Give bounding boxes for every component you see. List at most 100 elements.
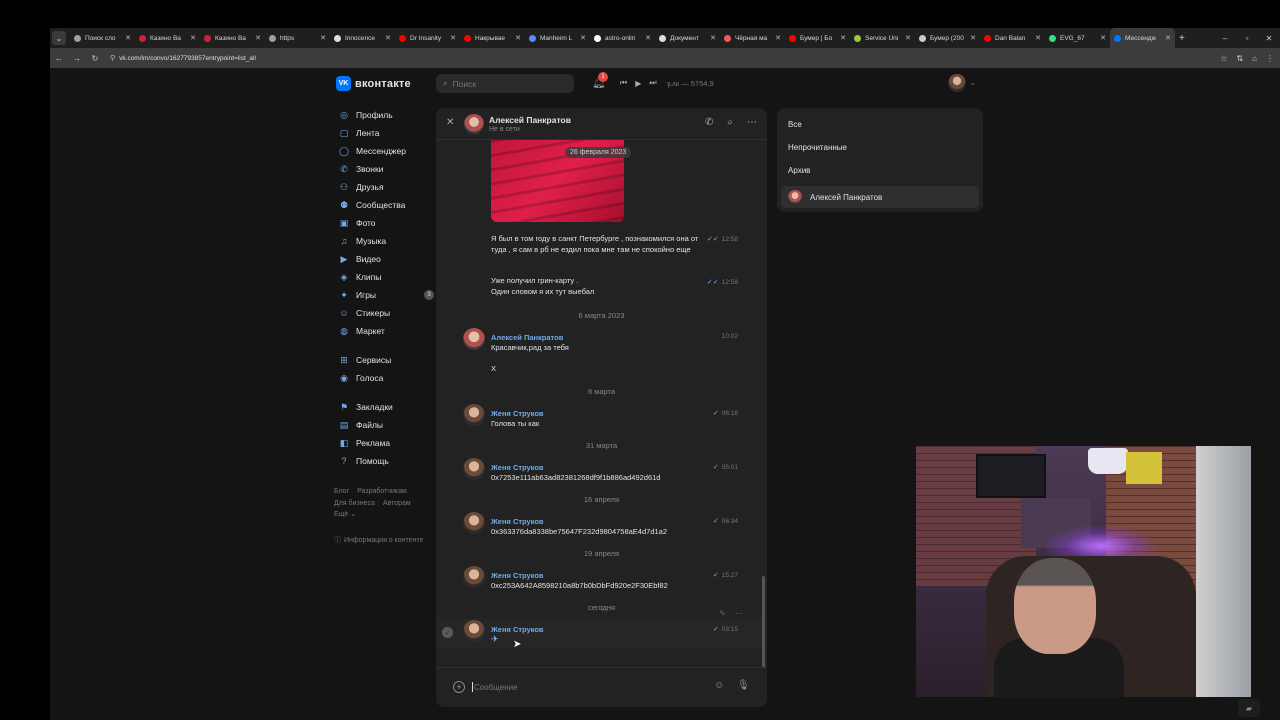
site-info-icon[interactable]: ⚲ bbox=[110, 54, 115, 62]
close-icon[interactable]: ✕ bbox=[446, 117, 454, 128]
browser-tab[interactable]: Документ ✕ bbox=[655, 28, 720, 48]
back-icon[interactable]: ← bbox=[50, 54, 68, 63]
scrollbar[interactable] bbox=[762, 576, 765, 667]
browser-tab[interactable]: Dr Insanity ✕ bbox=[395, 28, 460, 48]
browser-tab[interactable]: Dan Balan ✕ bbox=[980, 28, 1045, 48]
message-input[interactable]: Сообщение bbox=[472, 679, 702, 695]
footer-more-link[interactable]: Ещё ⌄ bbox=[334, 511, 356, 518]
footer-business-link[interactable]: Для бизнеса bbox=[334, 500, 375, 507]
footer-developers-link[interactable]: Разработчикам bbox=[357, 488, 407, 495]
browser-tab[interactable]: Чёрная ма ✕ bbox=[720, 28, 785, 48]
message-author[interactable]: Женя Струков bbox=[491, 517, 544, 526]
sidebar-item-market[interactable]: ◍ Маркет bbox=[334, 322, 434, 340]
search-input[interactable]: ⌕ Поиск bbox=[436, 74, 574, 93]
tab-close-icon[interactable]: ✕ bbox=[385, 34, 391, 42]
message-avatar[interactable] bbox=[463, 328, 485, 350]
message-avatar[interactable] bbox=[463, 620, 485, 642]
browser-tab[interactable]: Поиск сло ✕ bbox=[70, 28, 135, 48]
track-title[interactable]: ɿʟʌк — 5†54,9 bbox=[667, 79, 714, 88]
sidebar-item-services[interactable]: ⊞ Сервисы bbox=[334, 351, 434, 369]
call-icon[interactable]: ✆ bbox=[705, 117, 713, 128]
tab-close-icon[interactable]: ✕ bbox=[1165, 34, 1171, 42]
tab-close-icon[interactable]: ✕ bbox=[1035, 34, 1041, 42]
message-list[interactable]: 26 февраля 2023 Я был в том году в санкт… bbox=[436, 140, 767, 667]
minimize-icon[interactable]: – bbox=[1214, 34, 1236, 43]
browser-tab[interactable]: Innocence ✕ bbox=[330, 28, 395, 48]
sidebar-item-communities[interactable]: ⚉ Сообщества bbox=[334, 196, 434, 214]
tab-close-icon[interactable]: ✕ bbox=[450, 34, 456, 42]
message-avatar[interactable] bbox=[463, 404, 485, 426]
tab-close-icon[interactable]: ✕ bbox=[190, 34, 196, 42]
sidebar-item-votes[interactable]: ◉ Голоса bbox=[334, 369, 434, 387]
browser-tab[interactable]: astro-onlin ✕ bbox=[590, 28, 655, 48]
tab-close-icon[interactable]: ✕ bbox=[970, 34, 976, 42]
vk-logo[interactable]: VK вконтакте bbox=[336, 76, 411, 91]
sidebar-item-photo[interactable]: ▣ Фото bbox=[334, 214, 434, 232]
tab-close-icon[interactable]: ✕ bbox=[905, 34, 911, 42]
sidebar-item-help[interactable]: ? Помощь bbox=[334, 452, 434, 470]
tab-close-icon[interactable]: ✕ bbox=[840, 34, 846, 42]
sidebar-item-stickers[interactable]: ☺ Стикеры bbox=[334, 304, 434, 322]
content-info-link[interactable]: ⓘ Информация о контенте bbox=[334, 535, 423, 545]
tab-close-icon[interactable]: ✕ bbox=[645, 34, 651, 42]
sidebar-item-bookmark[interactable]: ⚑ Закладки bbox=[334, 398, 434, 416]
profile-icon-browser[interactable]: ⌂ bbox=[1252, 54, 1257, 63]
sidebar-item-friends[interactable]: ⚇ Друзья bbox=[334, 178, 434, 196]
more-icon[interactable]: ⋯ bbox=[735, 609, 743, 618]
sidebar-item-phone[interactable]: ✆ Звонки bbox=[334, 160, 434, 178]
user-menu[interactable]: ⌄ bbox=[948, 74, 976, 92]
message-author[interactable]: Женя Струков bbox=[491, 463, 544, 472]
chat-bubble-icon[interactable]: ▰ bbox=[1238, 699, 1260, 717]
new-tab-button[interactable]: + bbox=[1179, 33, 1185, 44]
play-icon[interactable]: ▶ bbox=[635, 79, 641, 88]
sidebar-item-files[interactable]: ▤ Файлы bbox=[334, 416, 434, 434]
browser-tab[interactable]: Service Uni ✕ bbox=[850, 28, 915, 48]
sidebar-item-profile[interactable]: ◎ Профиль bbox=[334, 106, 434, 124]
notifications-bell-icon[interactable]: 🔔︎ 1 bbox=[592, 72, 608, 89]
bookmark-star-icon[interactable]: ☆ bbox=[1220, 54, 1227, 63]
sidebar-item-music[interactable]: ♫ Музыка bbox=[334, 232, 434, 250]
footer-authors-link[interactable]: Авторам bbox=[383, 500, 411, 507]
chat-avatar[interactable] bbox=[464, 114, 484, 134]
sidebar-item-games[interactable]: ✦ Игры 3 bbox=[334, 286, 434, 304]
browser-tab[interactable]: Бумер (200 ✕ bbox=[915, 28, 980, 48]
message-author[interactable]: Алексей Панкратов bbox=[491, 333, 563, 342]
sidebar-item-clips[interactable]: ◈ Клипы bbox=[334, 268, 434, 286]
browser-tab[interactable]: Казино Ва ✕ bbox=[200, 28, 265, 48]
prev-track-icon[interactable]: ⏮ bbox=[620, 78, 627, 88]
close-window-icon[interactable]: ✕ bbox=[1258, 34, 1280, 43]
filter-all[interactable]: Все bbox=[788, 120, 802, 129]
tab-search-icon[interactable]: ⌄ bbox=[52, 31, 66, 45]
maximize-icon[interactable]: ▫ bbox=[1236, 34, 1258, 43]
message-author[interactable]: Женя Струков bbox=[491, 409, 544, 418]
tab-close-icon[interactable]: ✕ bbox=[515, 34, 521, 42]
tab-close-icon[interactable]: ✕ bbox=[125, 34, 131, 42]
filter-unread[interactable]: Непрочитанные bbox=[788, 143, 847, 152]
more-icon[interactable]: ⋯ bbox=[747, 117, 757, 128]
tab-close-icon[interactable]: ✕ bbox=[710, 34, 716, 42]
extensions-icon[interactable]: ⇅ bbox=[1236, 54, 1243, 63]
browser-tab[interactable]: Бумер | Бо ✕ bbox=[785, 28, 850, 48]
next-track-icon[interactable]: ⏭ bbox=[649, 78, 656, 88]
hovered-message-row[interactable] bbox=[436, 618, 767, 648]
message-avatar[interactable] bbox=[463, 566, 485, 588]
forward-icon[interactable]: → bbox=[68, 54, 86, 63]
message-author[interactable]: Женя Струков bbox=[491, 571, 544, 580]
sidebar-item-video[interactable]: ▶ Видео bbox=[334, 250, 434, 268]
browser-tab[interactable]: Manheim L ✕ bbox=[525, 28, 590, 48]
microphone-icon[interactable]: 🎙︎ bbox=[737, 680, 750, 691]
menu-icon[interactable]: ⋮ bbox=[1266, 54, 1274, 63]
sidebar-item-feed[interactable]: ▢ Лента bbox=[334, 124, 434, 142]
browser-tab[interactable]: Мессендж ✕ bbox=[1110, 28, 1175, 48]
message-author[interactable]: Женя Струков bbox=[491, 625, 544, 634]
filter-active-chat[interactable]: Алексей Панкратов bbox=[781, 186, 979, 208]
tab-close-icon[interactable]: ✕ bbox=[775, 34, 781, 42]
edit-icon[interactable]: ✎ bbox=[719, 609, 726, 618]
filter-archive[interactable]: Архив bbox=[788, 166, 810, 175]
tab-close-icon[interactable]: ✕ bbox=[1100, 34, 1106, 42]
browser-tab[interactable]: https ✕ bbox=[265, 28, 330, 48]
tab-close-icon[interactable]: ✕ bbox=[255, 34, 261, 42]
url-field[interactable]: ⚲ vk.com/im/convo/1627793857entrypoint=l… bbox=[110, 54, 256, 63]
footer-blog-link[interactable]: Блог bbox=[334, 488, 349, 495]
reload-icon[interactable]: ↻ bbox=[86, 54, 104, 63]
